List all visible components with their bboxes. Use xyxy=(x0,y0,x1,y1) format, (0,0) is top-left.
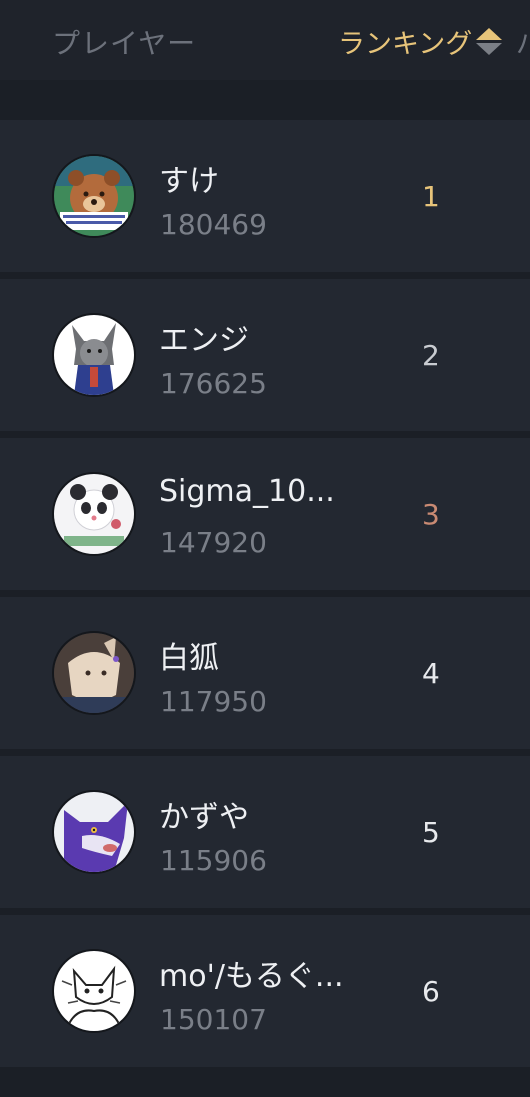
ranking-column-label: ランキング xyxy=(338,29,473,60)
player-name: mo'/もるぐ... xyxy=(159,959,344,994)
player-rank: 5 xyxy=(422,816,440,849)
white-panda-avatar-icon[interactable] xyxy=(52,472,136,556)
table-row[interactable]: Sigma_10... 147920 3 xyxy=(0,438,530,590)
table-row[interactable]: かずや 115906 5 xyxy=(0,756,530,908)
grey-wolf-avatar-icon[interactable] xyxy=(52,313,136,397)
player-score: 176625 xyxy=(160,367,267,400)
player-name: エンジ xyxy=(159,323,249,358)
player-score: 180469 xyxy=(160,208,267,241)
player-score: 117950 xyxy=(160,685,267,718)
player-rank: 6 xyxy=(422,975,440,1008)
table-row[interactable]: mo'/もるぐ... 150107 6 xyxy=(0,915,530,1067)
player-name: Sigma_10... xyxy=(159,474,335,509)
table-row[interactable]: すけ 180469 1 xyxy=(0,120,530,272)
bear-avatar-icon[interactable] xyxy=(52,154,136,238)
white-fox-avatar-icon[interactable] xyxy=(52,631,136,715)
player-name: かずや xyxy=(159,800,249,835)
player-name: すけ xyxy=(159,164,219,199)
table-row[interactable]: 白狐 117950 4 xyxy=(0,597,530,749)
player-score: 115906 xyxy=(160,844,267,877)
table-row[interactable]: エンジ 176625 2 xyxy=(0,279,530,431)
purple-wolf-avatar-icon[interactable] xyxy=(52,790,136,874)
table-header: プレイヤー ランキング パ xyxy=(0,0,530,80)
player-rank: 1 xyxy=(422,180,440,213)
ranking-column-header[interactable]: ランキング xyxy=(338,22,503,61)
player-score: 150107 xyxy=(160,1003,267,1036)
sort-descending-arrow xyxy=(476,42,503,55)
sort-updown-icon[interactable] xyxy=(476,25,503,59)
player-name: 白狐 xyxy=(159,641,219,676)
player-rank: 2 xyxy=(422,339,440,372)
next-column-header[interactable]: パ xyxy=(516,22,530,61)
sketch-avatar-icon[interactable] xyxy=(52,949,136,1033)
sort-ascending-arrow xyxy=(476,27,503,40)
player-column-header[interactable]: プレイヤー xyxy=(52,22,196,62)
ranking-page: プレイヤー ランキング パ すけ 180469 1 エンジ 176625 2 S… xyxy=(0,0,530,1097)
player-score: 147920 xyxy=(160,526,267,559)
player-rank: 3 xyxy=(422,498,440,531)
player-rank: 4 xyxy=(422,657,440,690)
